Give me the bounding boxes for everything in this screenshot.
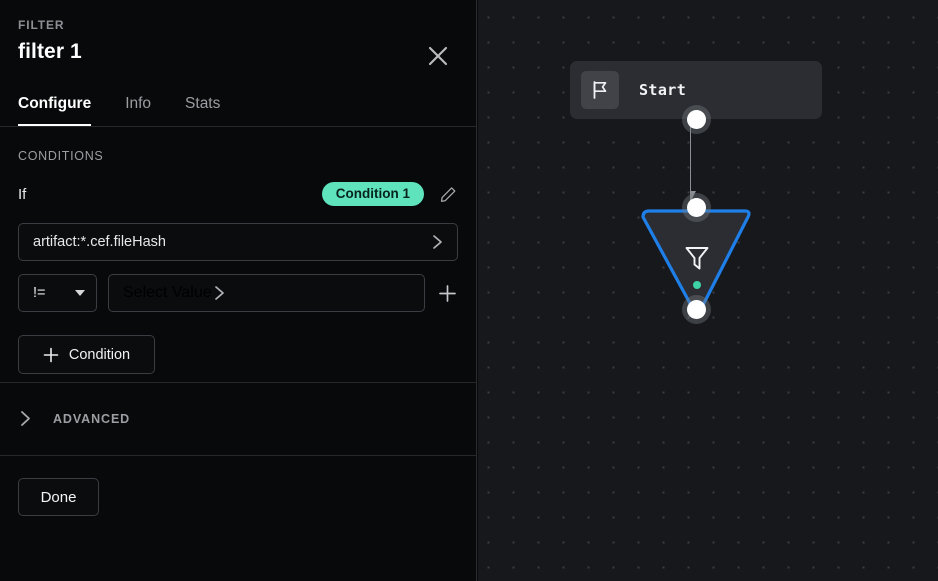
node-start-label: Start bbox=[639, 81, 687, 99]
funnel-icon bbox=[685, 247, 709, 270]
condition-value-selector[interactable]: Select Value bbox=[108, 274, 425, 312]
app-root: FILTER filter 1 Configure Info Stats CON… bbox=[0, 0, 938, 581]
tab-info[interactable]: Info bbox=[125, 95, 151, 126]
node-start-icon-box bbox=[581, 71, 619, 109]
add-condition-button[interactable]: Condition bbox=[18, 335, 155, 374]
add-condition-label: Condition bbox=[68, 346, 131, 363]
chevron-right-icon bbox=[214, 286, 224, 300]
chevron-down-icon bbox=[75, 290, 85, 296]
condition-field-selector[interactable]: artifact:*.cef.fileHash bbox=[18, 223, 458, 261]
operator-row: != Select Value bbox=[18, 274, 458, 312]
close-button[interactable] bbox=[422, 40, 454, 72]
status-indicator-dot bbox=[693, 281, 701, 289]
conditions-label: CONDITIONS bbox=[18, 149, 104, 163]
add-parameter-button[interactable] bbox=[436, 282, 458, 304]
chevron-right-icon bbox=[433, 235, 442, 249]
done-button[interactable]: Done bbox=[18, 478, 99, 516]
tab-configure[interactable]: Configure bbox=[18, 95, 92, 126]
condition-value-placeholder: Select Value bbox=[123, 284, 212, 301]
condition-field-value: artifact:*.cef.fileHash bbox=[33, 234, 166, 250]
flag-icon bbox=[593, 81, 607, 99]
port-start-output[interactable] bbox=[687, 110, 706, 129]
edit-condition-button[interactable] bbox=[438, 184, 458, 204]
port-filter-input[interactable] bbox=[687, 198, 706, 217]
condition-pill[interactable]: Condition 1 bbox=[321, 181, 424, 207]
advanced-label: ADVANCED bbox=[53, 411, 131, 426]
panel-kicker: FILTER bbox=[18, 18, 65, 32]
filter-config-panel: FILTER filter 1 Configure Info Stats CON… bbox=[0, 0, 477, 581]
tab-stats[interactable]: Stats bbox=[185, 95, 220, 126]
operator-select[interactable]: != bbox=[18, 274, 97, 312]
port-filter-output[interactable] bbox=[687, 300, 706, 319]
workflow-canvas[interactable]: Start bbox=[478, 0, 938, 581]
panel-header: FILTER filter 1 Configure Info Stats bbox=[0, 0, 476, 127]
plus-icon bbox=[43, 347, 59, 362]
divider bbox=[0, 455, 477, 456]
operator-value: != bbox=[33, 285, 46, 301]
if-row: If Condition 1 bbox=[18, 181, 458, 207]
done-label: Done bbox=[40, 488, 77, 506]
conditions-section: CONDITIONS If Condition 1 artifact:*.cef… bbox=[0, 127, 476, 374]
close-icon bbox=[428, 46, 448, 66]
page-title: filter 1 bbox=[18, 40, 82, 63]
pencil-icon bbox=[440, 186, 455, 202]
advanced-section-toggle[interactable]: ADVANCED bbox=[18, 382, 130, 455]
plus-icon bbox=[438, 284, 456, 302]
if-label: If bbox=[18, 185, 27, 203]
panel-tabs: Configure Info Stats bbox=[18, 95, 220, 126]
chevron-right-icon bbox=[21, 411, 30, 426]
